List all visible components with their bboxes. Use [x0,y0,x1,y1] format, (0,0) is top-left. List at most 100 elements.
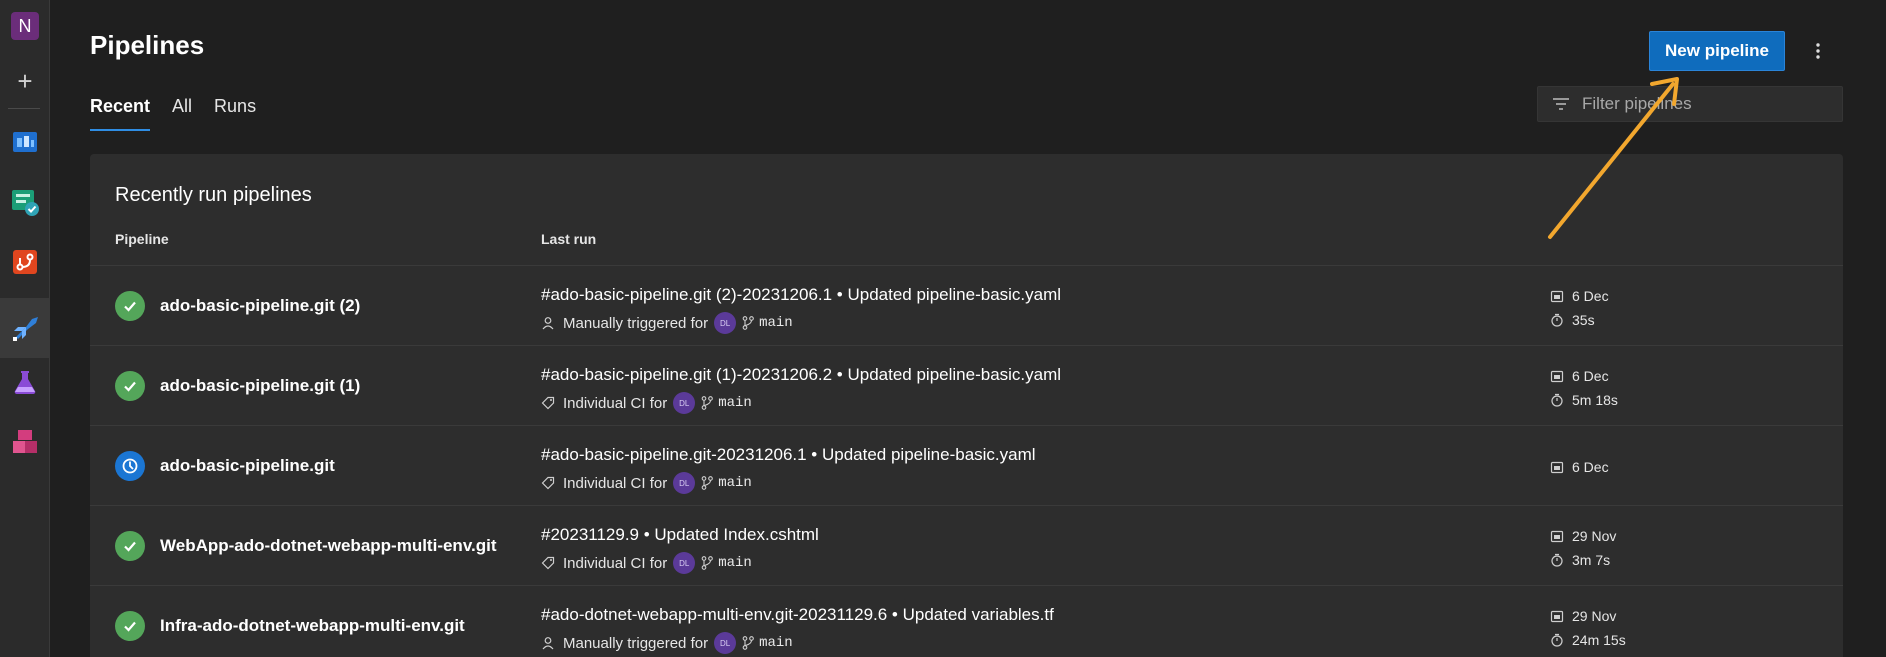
rail-pipelines[interactable] [0,298,50,358]
timer-icon [1551,553,1563,567]
run-duration-text: 5m 18s [1572,392,1618,408]
trigger-text: Manually triggered for [563,634,709,652]
plus-icon: + [17,65,33,96]
run-title[interactable]: #ado-basic-pipeline.git (2)-20231206.1 •… [541,285,1061,305]
pipeline-row[interactable]: WebApp-ado-dotnet-webapp-multi-env.git #… [90,505,1843,585]
run-title[interactable]: #ado-basic-pipeline.git-20231206.1 • Upd… [541,445,1036,465]
run-date: 6 Dec [1550,459,1609,475]
avatar: DL [714,312,737,334]
pipeline-tabs: Recent All Runs [90,92,278,131]
calendar-icon [1550,290,1564,303]
branch: main [701,475,752,491]
avatar: DL [673,552,696,574]
pipeline-name[interactable]: ado-basic-pipeline.git (1) [160,376,360,396]
run-date: 6 Dec [1550,288,1609,304]
succeeded-status-icon [115,611,145,641]
pipeline-name[interactable]: Infra-ado-dotnet-webapp-multi-env.git [160,616,465,636]
run-duration: 5m 18s [1550,392,1618,408]
succeeded-status-icon [115,531,145,561]
org-switcher[interactable]: N [0,2,50,50]
left-rail: N + [0,0,50,657]
running-status-icon [115,451,145,481]
trigger-text: Individual CI for [563,474,668,492]
person-icon [541,316,555,330]
add-project-button[interactable]: + [0,57,50,105]
run-date-text: 6 Dec [1572,459,1609,475]
tag-icon [541,556,555,570]
run-duration: 24m 15s [1550,632,1626,648]
card-title: Recently run pipelines [115,184,312,206]
rail-test[interactable] [0,358,50,406]
tab-runs[interactable]: Runs [214,92,256,131]
person-icon [541,636,555,650]
branch: main [701,395,752,411]
run-date: 6 Dec [1550,368,1609,384]
trigger-text: Individual CI for [563,554,668,572]
run-date: 29 Nov [1550,608,1616,624]
filter-icon [1553,98,1569,110]
rail-artifacts[interactable] [0,418,50,466]
avatar: DL [673,392,696,414]
pipelines-icon [13,317,38,341]
pipeline-row[interactable]: ado-basic-pipeline.git (2) #ado-basic-pi… [90,265,1843,345]
timer-icon [1551,313,1563,327]
repos-icon [13,250,37,274]
run-date-text: 6 Dec [1572,288,1609,304]
pipeline-name[interactable]: WebApp-ado-dotnet-webapp-multi-env.git [160,536,497,556]
run-trigger: Manually triggered for DL main [541,312,793,334]
column-header-last-run[interactable]: Last run [541,231,596,247]
trigger-text: Individual CI for [563,394,668,412]
branch-name: main [718,395,752,411]
pipeline-row[interactable]: ado-basic-pipeline.git (1) #ado-basic-pi… [90,345,1843,425]
run-title[interactable]: #ado-basic-pipeline.git (1)-20231206.2 •… [541,365,1061,385]
page-title: Pipelines [90,30,205,60]
boards-icon [13,132,37,152]
more-vertical-icon [1816,43,1820,59]
tag-icon [541,396,555,410]
timer-icon [1551,633,1563,647]
more-options-button[interactable] [1806,38,1830,64]
run-title[interactable]: #ado-dotnet-webapp-multi-env.git-2023112… [541,605,1054,625]
test-plans-icon [12,190,39,216]
rail-repos[interactable] [0,238,50,286]
run-duration-text: 24m 15s [1572,632,1626,648]
calendar-icon [1550,610,1564,623]
timer-icon [1551,393,1563,407]
succeeded-status-icon [115,371,145,401]
new-pipeline-button[interactable]: New pipeline [1649,31,1785,71]
avatar: DL [673,472,696,494]
calendar-icon [1550,461,1564,474]
run-duration-text: 3m 7s [1572,552,1611,568]
trigger-text: Manually triggered for [563,314,709,332]
branch-name: main [759,635,793,651]
succeeded-status-icon [115,291,145,321]
pipeline-name[interactable]: ado-basic-pipeline.git (2) [160,296,360,316]
run-date: 29 Nov [1550,528,1616,544]
pipeline-name[interactable]: ado-basic-pipeline.git [160,456,335,476]
tab-recent[interactable]: Recent [90,92,151,131]
avatar: DL [714,632,737,654]
rail-divider [8,108,40,109]
run-duration: 35s [1550,312,1595,328]
tag-icon [541,476,555,490]
run-duration-text: 35s [1572,312,1595,328]
rail-test-plans[interactable] [0,178,50,226]
run-date-text: 29 Nov [1572,608,1617,624]
run-trigger: Individual CI for DL main [541,472,752,494]
branch-icon [701,476,714,490]
branch-name: main [718,475,752,491]
tab-all[interactable]: All [172,92,192,131]
pipeline-row[interactable]: ado-basic-pipeline.git #ado-basic-pipeli… [90,425,1843,505]
run-title[interactable]: #20231129.9 • Updated Index.cshtml [541,525,819,545]
branch-name: main [718,555,752,571]
branch-name: main [759,315,793,331]
pipeline-row[interactable]: Infra-ado-dotnet-webapp-multi-env.git #a… [90,585,1843,657]
branch: main [742,315,793,331]
rail-boards[interactable] [0,118,50,166]
run-trigger: Manually triggered for DL main [541,632,793,654]
filter-pipelines-input[interactable] [1582,94,1822,114]
branch-icon [742,316,754,330]
column-header-pipeline[interactable]: Pipeline [115,231,169,247]
run-date-text: 29 Nov [1572,528,1617,544]
recent-pipelines-card: Recently run pipelines Pipeline Last run… [90,154,1843,657]
